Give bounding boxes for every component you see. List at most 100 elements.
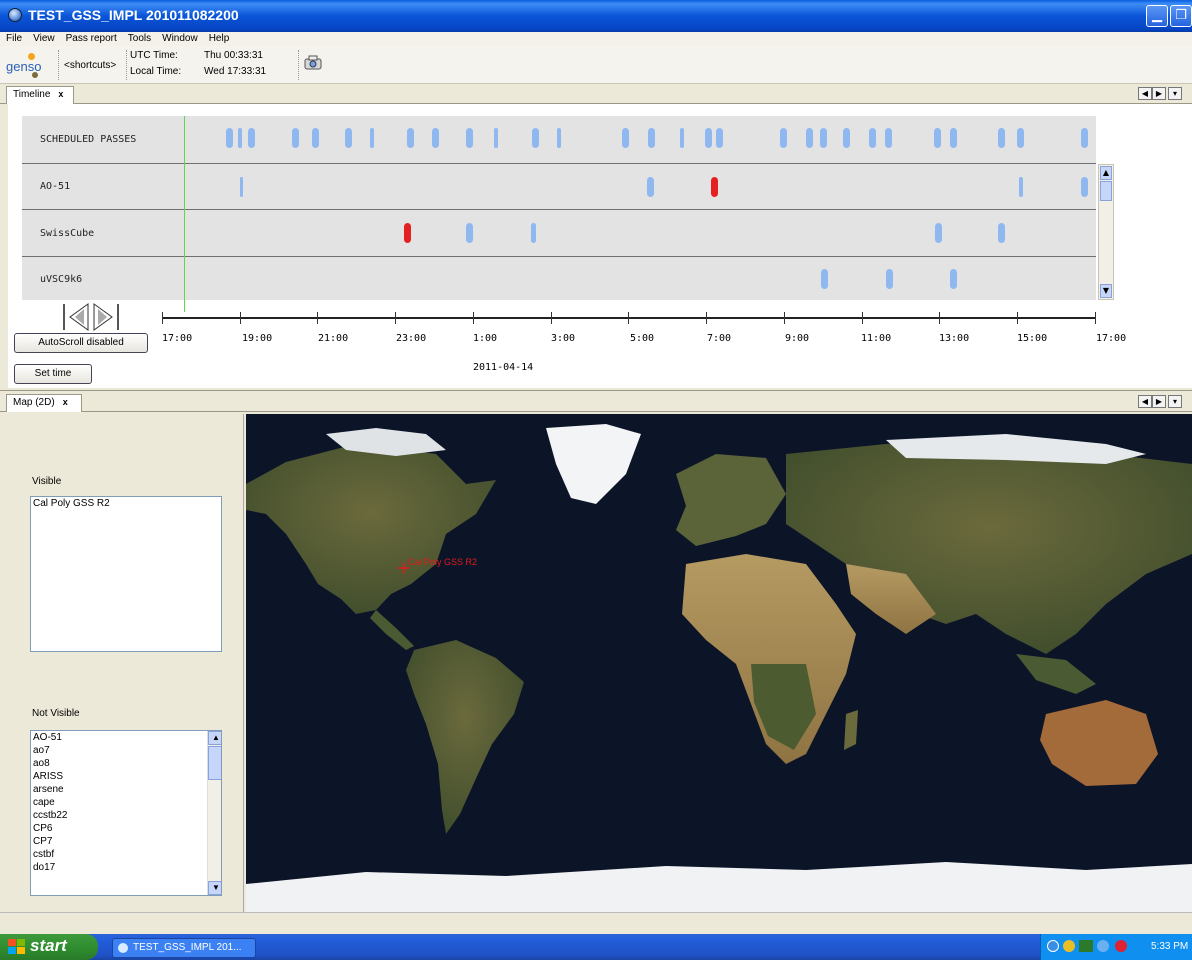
restore-button[interactable]: ❐	[1170, 5, 1192, 27]
pass-marker[interactable]	[1019, 177, 1023, 197]
list-item[interactable]: ccstb22	[31, 809, 221, 822]
pass-marker[interactable]	[557, 128, 561, 148]
active-pass-marker[interactable]	[711, 177, 718, 197]
pass-marker[interactable]	[532, 128, 539, 148]
scroll-thumb[interactable]	[1100, 181, 1112, 201]
pass-marker[interactable]	[998, 223, 1005, 243]
ground-station-icon[interactable]	[304, 54, 322, 70]
pass-marker[interactable]	[312, 128, 319, 148]
visible-list[interactable]: Cal Poly GSS R2	[30, 496, 222, 652]
scroll-left-icon[interactable]: ◀	[1138, 395, 1152, 408]
pane-menu-icon[interactable]: ▾	[1168, 87, 1182, 100]
pass-marker[interactable]	[648, 128, 655, 148]
pass-marker[interactable]	[950, 269, 957, 289]
active-pass-marker[interactable]	[404, 223, 411, 243]
scroll-up-icon[interactable]: ▲	[1100, 166, 1112, 180]
tray-arrow-icon[interactable]	[1047, 940, 1059, 952]
menu-view[interactable]: View	[27, 32, 60, 46]
scroll-up-icon[interactable]: ▲	[208, 731, 221, 745]
list-item[interactable]: arsene	[31, 783, 221, 796]
pass-marker[interactable]	[716, 128, 723, 148]
pass-marker[interactable]	[886, 269, 893, 289]
pass-marker[interactable]	[705, 128, 712, 148]
list-item[interactable]: ao7	[31, 744, 221, 757]
pass-marker[interactable]	[1017, 128, 1024, 148]
list-item[interactable]: cstbf	[31, 848, 221, 861]
pass-marker[interactable]	[531, 223, 536, 243]
world-map[interactable]: Cal Poly GSS R2	[246, 414, 1192, 912]
list-item[interactable]: CP6	[31, 822, 221, 835]
menu-pass-report[interactable]: Pass report	[60, 32, 122, 46]
start-button[interactable]: start	[0, 934, 98, 960]
scroll-left-icon[interactable]: ◀	[1138, 87, 1152, 100]
pass-marker[interactable]	[370, 128, 374, 148]
pass-marker[interactable]	[934, 128, 941, 148]
start-label: start	[30, 936, 67, 955]
menu-window[interactable]: Window	[156, 32, 203, 46]
title-bar: TEST_GSS_IMPL 201011082200 ▁ ❐	[0, 0, 1192, 32]
pass-marker[interactable]	[950, 128, 957, 148]
pass-marker[interactable]	[885, 128, 892, 148]
tab-timeline[interactable]: Timeline x	[6, 86, 74, 104]
list-item[interactable]: AO-51	[31, 731, 221, 744]
pass-marker[interactable]	[843, 128, 850, 148]
pass-marker[interactable]	[806, 128, 813, 148]
pass-marker[interactable]	[238, 128, 242, 148]
previous-arrow-icon[interactable]	[63, 303, 89, 331]
antivirus-icon[interactable]	[1079, 940, 1093, 952]
autoscroll-button[interactable]: AutoScroll disabled	[14, 333, 148, 353]
pass-marker[interactable]	[292, 128, 299, 148]
axis-tick	[1095, 312, 1096, 324]
pass-marker[interactable]	[869, 128, 876, 148]
minimize-button[interactable]: ▁	[1146, 5, 1168, 27]
security-icon[interactable]	[1063, 940, 1075, 952]
shortcuts-menu[interactable]: <shortcuts>	[64, 60, 116, 71]
next-arrow-icon[interactable]	[93, 303, 119, 331]
pass-marker[interactable]	[466, 223, 473, 243]
pass-marker[interactable]	[622, 128, 629, 148]
pass-marker[interactable]	[248, 128, 255, 148]
scroll-down-icon[interactable]: ▼	[208, 881, 221, 895]
pass-marker[interactable]	[1081, 128, 1088, 148]
list-item[interactable]: do17	[31, 861, 221, 874]
scroll-thumb[interactable]	[208, 746, 221, 780]
pass-marker[interactable]	[240, 177, 243, 197]
menu-file[interactable]: File	[0, 32, 27, 46]
close-icon[interactable]: x	[63, 397, 68, 407]
pass-marker[interactable]	[432, 128, 439, 148]
scroll-down-icon[interactable]: ▼	[1100, 284, 1112, 298]
scroll-right-icon[interactable]: ▶	[1152, 87, 1166, 100]
list-item[interactable]: ao8	[31, 757, 221, 770]
taskbar-item[interactable]: TEST_GSS_IMPL 201...	[112, 938, 256, 958]
pane-menu-icon[interactable]: ▾	[1168, 395, 1182, 408]
menu-help[interactable]: Help	[203, 32, 235, 46]
close-icon[interactable]: x	[58, 89, 63, 99]
scroll-right-icon[interactable]: ▶	[1152, 395, 1166, 408]
list-item[interactable]: ARISS	[31, 770, 221, 783]
tab-map-2d[interactable]: Map (2D) x	[6, 394, 82, 412]
pass-marker[interactable]	[680, 128, 684, 148]
not-visible-list[interactable]: AO-51 ao7 ao8 ARISS arsene cape ccstb22 …	[30, 730, 222, 896]
pass-marker[interactable]	[407, 128, 414, 148]
pass-marker[interactable]	[821, 269, 828, 289]
pass-marker[interactable]	[345, 128, 352, 148]
pass-marker[interactable]	[1081, 177, 1088, 197]
pass-marker[interactable]	[466, 128, 473, 148]
pass-marker[interactable]	[780, 128, 787, 148]
list-scrollbar[interactable]: ▲ ▼	[207, 731, 221, 895]
pass-marker[interactable]	[647, 177, 654, 197]
pass-marker[interactable]	[494, 128, 498, 148]
pass-marker[interactable]	[226, 128, 233, 148]
timeline-scrollbar[interactable]: ▲ ▼	[1098, 164, 1114, 300]
pass-marker[interactable]	[935, 223, 942, 243]
list-item[interactable]: Cal Poly GSS R2	[31, 497, 221, 510]
list-item[interactable]: CP7	[31, 835, 221, 848]
time-label: 3:00	[551, 333, 576, 344]
set-time-button[interactable]: Set time	[14, 364, 92, 384]
pass-marker[interactable]	[998, 128, 1005, 148]
menu-tools[interactable]: Tools	[122, 32, 156, 46]
pass-marker[interactable]	[820, 128, 827, 148]
alert-icon[interactable]	[1115, 940, 1127, 952]
network-icon[interactable]	[1097, 940, 1109, 952]
list-item[interactable]: cape	[31, 796, 221, 809]
